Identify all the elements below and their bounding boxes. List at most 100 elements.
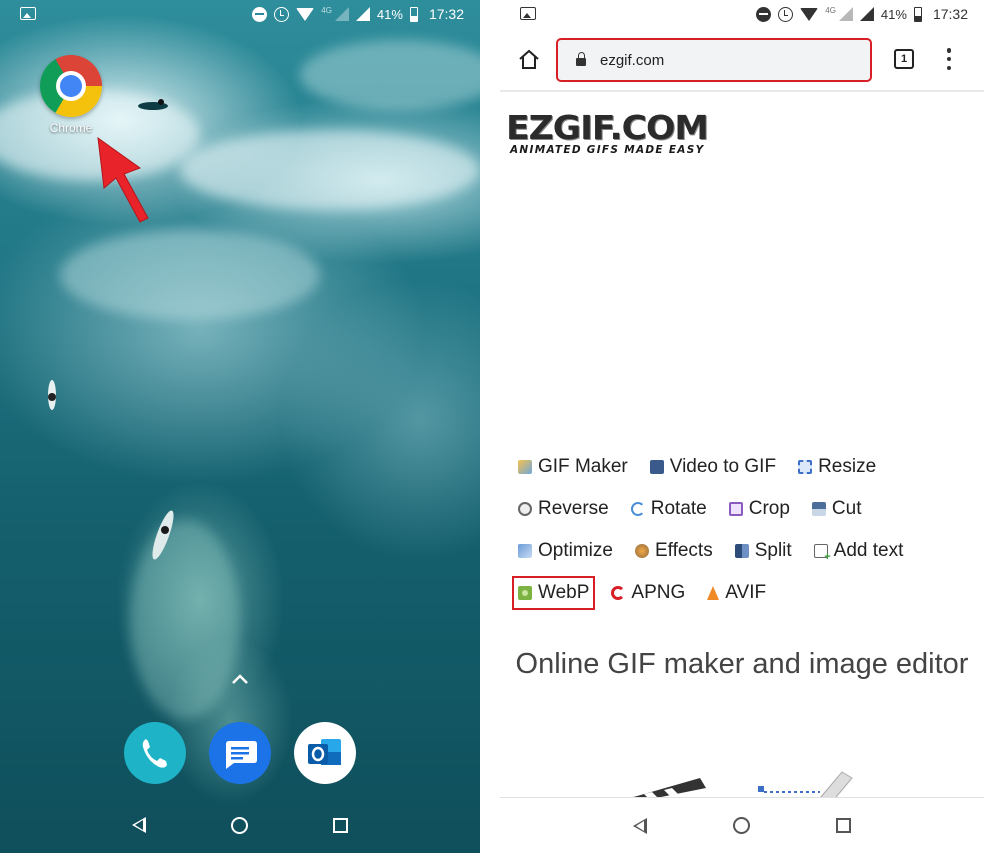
- network-type: 4G: [825, 5, 836, 15]
- lock-icon: [576, 52, 586, 66]
- chrome-browser: 4G 41% 17:32 ezgif.com 1 EZGIF.COM ANIMA…: [500, 0, 984, 853]
- back-icon[interactable]: [132, 817, 147, 833]
- page-headline: Online GIF maker and image editor: [515, 648, 969, 680]
- message-icon: [226, 741, 257, 769]
- home-button[interactable]: [518, 48, 540, 70]
- outlook-app[interactable]: [294, 722, 356, 784]
- status-bar-right: 4G 41% 17:32: [500, 0, 984, 28]
- menu-row: WebP APNG AVIF: [511, 572, 978, 614]
- menu-label: AVIF: [725, 582, 767, 603]
- menu-gif-maker[interactable]: GIF Maker: [518, 456, 628, 478]
- apng-icon: [611, 586, 626, 600]
- menu-cut[interactable]: Cut: [811, 498, 862, 520]
- crop-icon: [728, 502, 743, 516]
- surfer-image-2: [48, 380, 56, 410]
- network-type: 4G: [321, 5, 332, 15]
- menu-resize[interactable]: Resize: [798, 456, 876, 478]
- red-arrow-annotation: [97, 136, 149, 223]
- signal-icon-2: [859, 7, 874, 21]
- tab-switcher-button[interactable]: 1: [894, 49, 914, 69]
- menu-label: Cut: [831, 498, 862, 519]
- nav-bar: [0, 797, 480, 853]
- reverse-icon: [518, 502, 532, 516]
- cut-icon: [811, 502, 826, 516]
- image-notification-icon: [20, 7, 36, 20]
- clock: 17:32: [428, 6, 464, 22]
- surfer-image: [138, 99, 168, 110]
- menu-label: Crop: [748, 498, 790, 519]
- app-drawer-chevron-icon[interactable]: [230, 672, 250, 686]
- signal-icon: [334, 7, 349, 21]
- overflow-menu-icon[interactable]: [946, 48, 952, 70]
- alarm-icon: [274, 6, 290, 22]
- menu-label: Optimize: [538, 540, 613, 561]
- tools-menu: GIF Maker Video to GIF Resize Reverse Ro…: [511, 446, 978, 614]
- status-bar: 4G 41% 17:32: [0, 0, 480, 28]
- effects-icon: [634, 544, 649, 558]
- ezgif-logo[interactable]: EZGIF.COM ANIMATED GIFS MADE EASY: [506, 111, 709, 156]
- url-bar[interactable]: ezgif.com: [556, 38, 872, 82]
- rotate-icon: [630, 502, 645, 516]
- messages-app[interactable]: [209, 722, 271, 784]
- wifi-icon: [800, 7, 819, 21]
- menu-label: GIF Maker: [538, 456, 628, 477]
- battery-icon: [409, 6, 418, 22]
- menu-label: Rotate: [650, 498, 707, 519]
- menu-add-text[interactable]: Add text: [813, 540, 903, 563]
- menu-row: Optimize Effects Split Add text: [518, 530, 978, 572]
- menu-video-to-gif[interactable]: Video to GIF: [649, 456, 777, 478]
- video-icon: [649, 460, 664, 474]
- avif-icon: [707, 586, 720, 600]
- phone-app[interactable]: [124, 722, 186, 784]
- menu-reverse[interactable]: Reverse: [518, 498, 609, 520]
- wifi-icon: [296, 7, 315, 21]
- home-icon[interactable]: [230, 816, 248, 834]
- menu-label: Resize: [818, 456, 877, 477]
- resize-icon: [798, 460, 813, 474]
- clock: 17:32: [932, 6, 968, 22]
- nav-bar-right: [500, 797, 984, 853]
- menu-apng[interactable]: APNG: [611, 582, 685, 604]
- home-screen: 4G 41% 17:32 Chrome: [0, 0, 480, 853]
- do-not-disturb-icon: [252, 6, 268, 22]
- logo-text: EZGIF.COM: [506, 108, 709, 147]
- browser-toolbar: ezgif.com 1: [500, 28, 984, 92]
- optimize-icon: [518, 544, 532, 558]
- menu-webp[interactable]: WebP: [511, 576, 596, 610]
- menu-row: GIF Maker Video to GIF Resize: [518, 446, 978, 488]
- menu-crop[interactable]: Crop: [728, 498, 790, 520]
- alarm-icon: [778, 6, 794, 22]
- menu-split[interactable]: Split: [734, 540, 792, 562]
- battery-percent: 41%: [376, 6, 403, 22]
- home-icon[interactable]: [733, 817, 750, 834]
- phone-icon: [142, 739, 167, 768]
- battery-percent: 41%: [880, 6, 907, 22]
- battery-icon: [913, 6, 922, 22]
- outlook-icon: [308, 739, 341, 765]
- menu-effects[interactable]: Effects: [634, 540, 713, 562]
- menu-avif[interactable]: AVIF: [707, 582, 766, 604]
- recent-apps-icon[interactable]: [332, 817, 348, 833]
- signal-icon-2: [355, 7, 370, 21]
- menu-label: WebP: [538, 582, 590, 603]
- menu-label: APNG: [631, 582, 686, 603]
- image-notification-icon: [520, 7, 536, 20]
- url-text: ezgif.com: [600, 51, 665, 69]
- menu-optimize[interactable]: Optimize: [518, 540, 613, 562]
- add-text-icon: [813, 544, 831, 563]
- menu-rotate[interactable]: Rotate: [630, 498, 707, 520]
- do-not-disturb-icon: [756, 6, 772, 22]
- back-icon[interactable]: [633, 817, 647, 834]
- menu-row: Reverse Rotate Crop Cut: [518, 488, 978, 530]
- recent-apps-icon[interactable]: [836, 818, 851, 833]
- menu-label: Reverse: [538, 498, 609, 519]
- chrome-app-icon[interactable]: Chrome: [38, 55, 104, 135]
- chrome-icon: [40, 55, 102, 117]
- menu-label: Video to GIF: [669, 456, 777, 477]
- webp-icon: [518, 586, 532, 600]
- gif-maker-icon: [518, 460, 532, 474]
- menu-label: Effects: [654, 540, 713, 561]
- surfer-image-3: [152, 510, 174, 560]
- menu-label: Split: [754, 540, 792, 561]
- signal-icon: [838, 7, 853, 21]
